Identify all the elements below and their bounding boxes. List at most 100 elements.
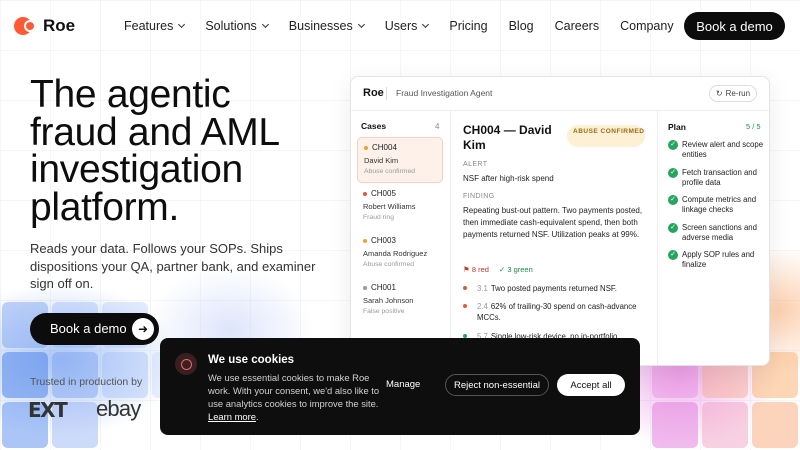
plan-step-text: Fetch transaction and profile data bbox=[682, 167, 757, 187]
case-id: CH003 bbox=[363, 236, 437, 245]
flag-icon: ⚑ bbox=[463, 265, 470, 274]
decorative-tile bbox=[52, 352, 98, 398]
arrow-right-icon: ➜ bbox=[132, 318, 154, 340]
nav-link-label: Solutions bbox=[205, 19, 257, 33]
cases-title: Cases bbox=[361, 121, 387, 131]
bullet-dot bbox=[463, 286, 467, 290]
bullet-score: 3.1 bbox=[477, 284, 488, 293]
decorative-tile bbox=[752, 402, 798, 448]
chevron-down-icon bbox=[261, 20, 269, 29]
nav-link-users[interactable]: Users bbox=[384, 19, 430, 33]
brand-name: Roe bbox=[43, 16, 76, 35]
plan-count: 5 / 5 bbox=[746, 122, 761, 131]
accept-cookies-button[interactable]: Accept all bbox=[557, 374, 625, 396]
case-detail-panel: CH004 — David Kim ABUSE CONFIRMED ALERT … bbox=[451, 111, 657, 365]
cookie-icon bbox=[175, 353, 197, 375]
plan-step-text: Screen sanctions and adverse media bbox=[682, 222, 757, 242]
cookie-text: We use essential cookies to make Roe wor… bbox=[208, 372, 380, 422]
green-count: ✓ 3 green bbox=[499, 265, 533, 274]
case-item-ch004[interactable]: CH004 David Kim Abuse confirmed bbox=[357, 137, 443, 183]
nav-link-pricing[interactable]: Pricing bbox=[449, 19, 487, 33]
reject-cookies-button[interactable]: Reject non-essential bbox=[445, 374, 549, 396]
decorative-tile bbox=[102, 352, 148, 398]
plan-title: Plan bbox=[668, 122, 686, 132]
nav-link-solutions[interactable]: Solutions bbox=[205, 19, 269, 33]
case-status: False positive bbox=[363, 308, 405, 315]
case-item-ch005[interactable]: CH005 Robert Williams Fraud ring bbox=[357, 184, 443, 230]
hero-title: The agentic fraud and AML investigation … bbox=[30, 75, 330, 229]
status-dot bbox=[363, 191, 367, 196]
hero-title-line: platform. bbox=[30, 185, 180, 229]
finding-text: Repeating bust-out pattern. Two payments… bbox=[463, 206, 643, 239]
case-status: Abuse confirmed bbox=[363, 261, 415, 268]
learn-more-link[interactable]: Learn more bbox=[208, 411, 256, 422]
product-preview-card: Roe Fraud Investigation Agent ↻ Re-run C… bbox=[350, 76, 770, 366]
check-circle-icon: ✓ bbox=[668, 195, 678, 205]
plan-step-text: Review alert and scope entities bbox=[682, 140, 764, 159]
case-id-text: CH001 bbox=[371, 283, 396, 292]
cases-count: 4 bbox=[435, 122, 440, 131]
nav-link-company[interactable]: Company bbox=[620, 19, 674, 33]
book-demo-nav-button[interactable]: Book a demo bbox=[684, 12, 785, 40]
decorative-tile bbox=[702, 402, 748, 448]
green-count-text: 3 green bbox=[507, 265, 533, 274]
case-item-ch001[interactable]: CH001 Sarah Johnson False positive bbox=[357, 278, 443, 324]
top-nav: Roe Features Solutions Businesses Users Pric… bbox=[0, 0, 800, 52]
check-circle-icon: ✓ bbox=[668, 167, 678, 178]
rerun-button[interactable]: ↻ Re-run bbox=[709, 85, 757, 102]
decorative-tile bbox=[2, 352, 48, 398]
case-status: Abuse confirmed bbox=[364, 168, 416, 175]
cases-panel: Cases 4 CH004 David Kim Abuse confirmed CH0… bbox=[351, 111, 451, 365]
plan-step: ✓ Apply SOP rules and finalize bbox=[668, 250, 768, 270]
case-status: Fraud ring bbox=[363, 214, 394, 221]
case-item-ch003[interactable]: CH003 Amanda Rodriguez Abuse confirmed bbox=[357, 231, 443, 277]
case-id-text: CH005 bbox=[371, 189, 396, 198]
hero: The agentic fraud and AML investigation … bbox=[30, 75, 330, 291]
card-header: Roe Fraud Investigation Agent ↻ Re-run bbox=[351, 77, 769, 111]
check-circle-icon: ✓ bbox=[668, 222, 678, 233]
case-name: Robert Williams bbox=[363, 202, 416, 211]
nav-link-businesses[interactable]: Businesses bbox=[288, 19, 365, 33]
ext-logo: EXT bbox=[28, 398, 68, 422]
plan-panel: Plan 5 / 5 ✓ Review alert and scope entit… bbox=[657, 111, 769, 365]
case-name: David Kim bbox=[364, 156, 399, 165]
chevron-down-icon bbox=[422, 20, 430, 29]
roe-logo-icon bbox=[14, 17, 38, 35]
plan-step: ✓ Compute metrics and linkage checks bbox=[668, 195, 768, 215]
nav-link-blog[interactable]: Blog bbox=[509, 19, 534, 33]
nav-link-label: Pricing bbox=[449, 19, 488, 33]
plan-step: ✓ Review alert and scope entities bbox=[668, 140, 768, 160]
case-id-text: CH003 bbox=[371, 236, 396, 245]
finding-bullet: 3.1 Two posted payments returned NSF. bbox=[463, 283, 649, 294]
book-demo-hero-button[interactable]: Book a demo ➜ bbox=[30, 313, 159, 345]
nav-link-label: Businesses bbox=[288, 19, 353, 33]
plan-step-text: Compute metrics and linkage checks bbox=[682, 195, 757, 214]
check-circle-icon: ✓ bbox=[668, 140, 678, 150]
rerun-label: Re-run bbox=[725, 89, 751, 98]
plan-step-text: Apply SOP rules and finalize bbox=[682, 250, 755, 269]
trusted-label: Trusted in production by bbox=[30, 376, 143, 388]
refresh-icon: ↻ bbox=[715, 89, 723, 98]
status-dot bbox=[363, 238, 367, 243]
cookie-body: We use essential cookies to make Roe wor… bbox=[208, 372, 380, 409]
nav-link-label: Careers bbox=[554, 19, 600, 33]
cookie-banner: We use cookies We use essential cookies … bbox=[160, 338, 640, 435]
ebay-logo: ebay bbox=[96, 396, 141, 421]
bullet-text: 62% of trailing-30 spend on cash-advance… bbox=[477, 302, 637, 322]
check-circle-icon: ✓ bbox=[668, 250, 678, 260]
finding-label: FINDING bbox=[463, 193, 495, 200]
bullet-text: Two posted payments returned NSF. bbox=[490, 284, 617, 293]
case-name: Sarah Johnson bbox=[363, 296, 414, 305]
nav-link-label: Company bbox=[620, 19, 674, 33]
brand-logo[interactable]: Roe bbox=[14, 16, 75, 36]
card-brand: Roe bbox=[363, 87, 384, 99]
finding-bullet: 2.4 62% of trailing-30 spend on cash-adva… bbox=[463, 301, 649, 323]
nav-link-label: Users bbox=[384, 19, 418, 33]
manage-cookies-button[interactable]: Manage bbox=[386, 379, 420, 390]
cookie-title: We use cookies bbox=[208, 354, 295, 366]
header-divider bbox=[386, 87, 387, 100]
case-id-text: CH004 bbox=[372, 143, 397, 152]
nav-link-label: Features bbox=[124, 19, 174, 33]
nav-link-careers[interactable]: Careers bbox=[555, 19, 599, 33]
nav-link-features[interactable]: Features bbox=[124, 19, 186, 33]
